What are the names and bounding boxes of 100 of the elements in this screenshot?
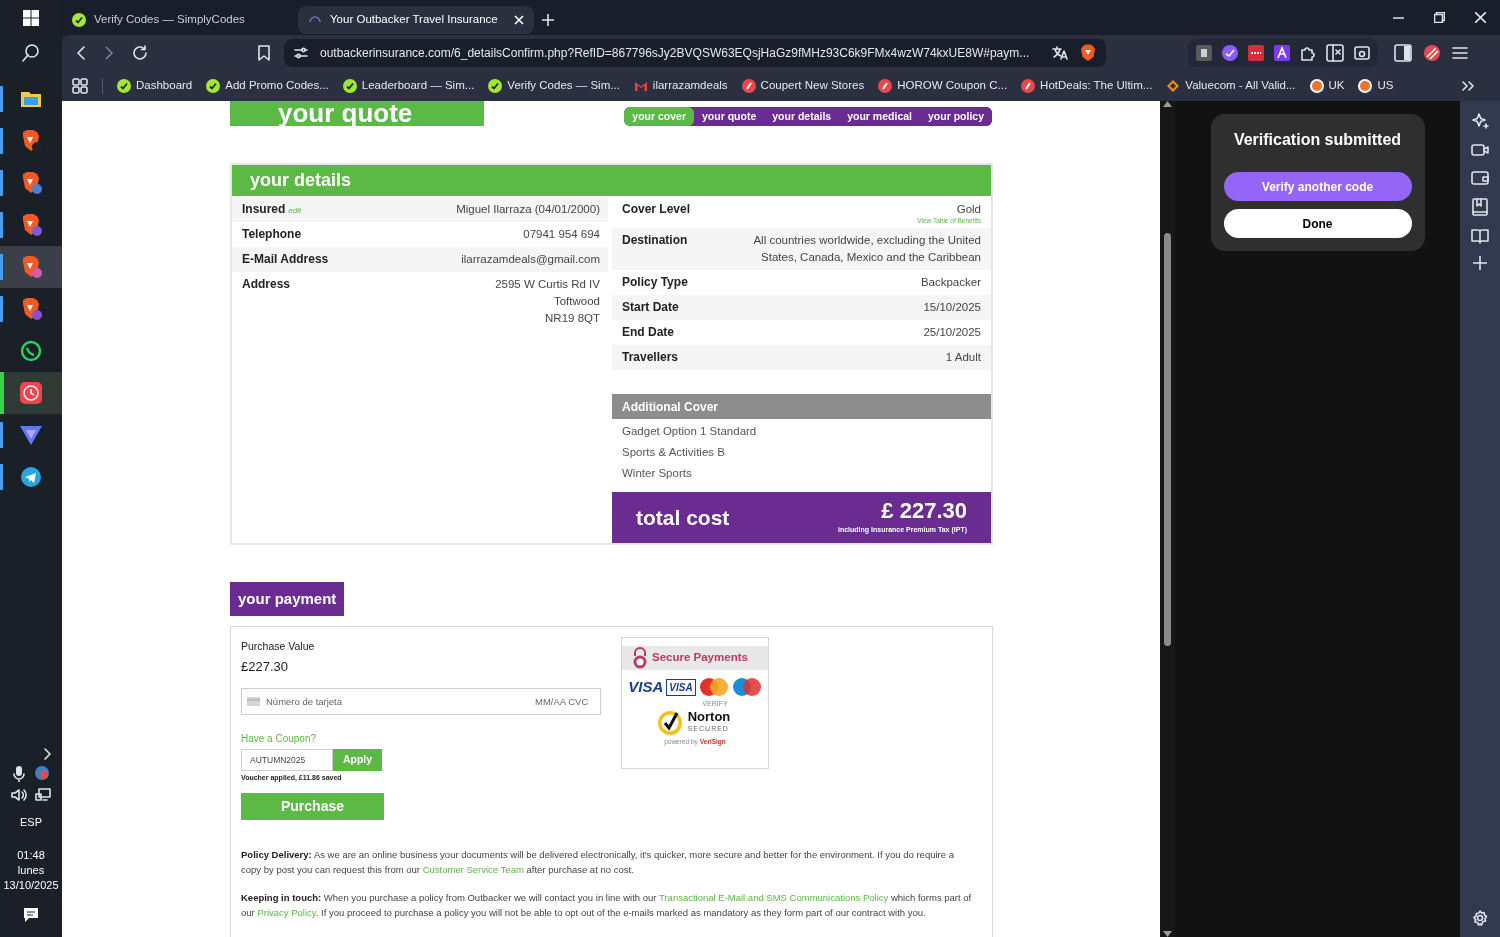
bookmark[interactable]: US	[1358, 76, 1394, 95]
verify-another-button[interactable]: Verify another code	[1223, 172, 1412, 201]
clock-date[interactable]: 13/10/2025	[3, 878, 59, 893]
bookmark[interactable]: Verify Codes — Sim...	[488, 76, 620, 95]
check-badge-icon	[206, 78, 221, 93]
expiry-cvc-input[interactable]: MM/AA CVC	[535, 694, 595, 709]
wallet-icon[interactable]	[1471, 170, 1489, 186]
puzzle-icon[interactable]	[1300, 44, 1316, 61]
microphone-icon[interactable]	[13, 765, 25, 782]
field-label: End Date	[622, 324, 674, 341]
new-tab-icon[interactable]	[542, 13, 554, 26]
policy-paragraph: Keeping in touch: When you purchase a policy from Outbacker we will contact you in line with our Transactional E-Mail and SMS Communications Policy which forms part of our Privacy Policy. If you proceed to purchase a policy you will not be able to opt out of the e-mails marked as mandatory as they form part of our contract with you.	[241, 890, 973, 920]
extension-icon[interactable]	[1222, 44, 1238, 61]
field-label: Insured	[242, 201, 286, 218]
reload-icon[interactable]	[132, 44, 148, 61]
video-call-icon[interactable]	[1471, 142, 1489, 158]
network-monitor-icon[interactable]	[35, 787, 51, 802]
cover-item: Winter Sports	[621, 466, 693, 481]
field-label: Travellers	[622, 349, 679, 366]
field-label: Cover Level	[622, 201, 691, 218]
cover-item: Sports & Activities B	[621, 445, 726, 460]
settings-icon[interactable]	[1472, 910, 1488, 926]
bookmark[interactable]: Leaderboard — Sim...	[342, 76, 475, 95]
check-badge-icon	[342, 78, 357, 93]
done-button[interactable]: Done	[1223, 209, 1412, 238]
search-icon[interactable]	[21, 42, 41, 63]
card-number-input[interactable]: Número de tarjeta	[266, 694, 529, 709]
card-logo: VISA	[628, 677, 664, 697]
bookmark[interactable]: Coupert New Stores	[741, 76, 865, 95]
field-value: ilarrazamdeals@gmail.com	[461, 252, 600, 267]
cover-item: Gadget Option 1 Standard	[621, 424, 758, 439]
site-icon	[1309, 78, 1324, 93]
bookmark[interactable]: HotDeals: The Ultim...	[1021, 76, 1153, 95]
field-label: Policy Type	[622, 274, 688, 291]
sidebar-toggle-icon[interactable]	[1394, 43, 1412, 62]
field-value: 15/10/2025	[923, 300, 981, 315]
diamond-icon	[1166, 78, 1181, 93]
bookmark[interactable]: UK	[1309, 76, 1345, 95]
translate-icon[interactable]	[1052, 45, 1068, 60]
chevron-right-icon[interactable]	[42, 747, 52, 760]
padlock-icon	[632, 647, 648, 669]
triangle-app-icon[interactable]	[19, 424, 43, 446]
forward-icon[interactable]	[104, 45, 114, 60]
more-bookmarks-icon[interactable]	[1462, 80, 1474, 91]
extension-icon[interactable]	[1274, 44, 1290, 61]
close-icon[interactable]	[1475, 12, 1486, 23]
browser-tab[interactable]: Verify Codes — SimplyCodes	[62, 5, 298, 34]
bookmark[interactable]: Add Promo Codes...	[206, 76, 329, 95]
notification-icon[interactable]	[23, 907, 39, 923]
card-details-field[interactable]: Número de tarjeta MM/AA CVC	[241, 688, 601, 716]
tray-app-icon[interactable]	[35, 765, 49, 780]
field-value: Gold	[956, 202, 981, 217]
bookmark[interactable]: Valuecom - All Valid...	[1166, 76, 1296, 95]
section-header: Additional Cover	[612, 394, 991, 419]
browser-tab[interactable]: Your Outbacker Travel Insurance	[298, 5, 534, 34]
language-indicator[interactable]: ESP	[20, 813, 42, 830]
site-settings-icon[interactable]	[294, 46, 308, 59]
check-badge-icon	[72, 12, 86, 27]
scrollbar-thumb[interactable]	[1164, 232, 1171, 646]
popup-title: Verification submitted	[1233, 130, 1402, 150]
clock-weekday[interactable]: lunes	[17, 863, 45, 878]
field-label: Destination	[622, 232, 688, 249]
split-view-icon[interactable]	[1326, 43, 1344, 62]
speaker-icon[interactable]	[11, 787, 27, 802]
field-value: All countries worldwide, excluding the United States, Canada, Mexico and the Caribbean	[752, 233, 981, 265]
field-value: 07941 954 694	[523, 227, 600, 242]
bookmark-icon[interactable]	[258, 44, 270, 61]
menu-icon[interactable]	[1452, 45, 1468, 60]
bookmarks-icon[interactable]	[1472, 198, 1488, 216]
maestro-logo-icon	[731, 678, 762, 697]
striped-circle-icon[interactable]	[1424, 44, 1440, 61]
section-header: your details	[232, 165, 991, 196]
windows-start-icon[interactable]	[23, 9, 39, 26]
clock-app-icon[interactable]	[19, 381, 43, 405]
paper-plane-icon[interactable]	[20, 466, 42, 488]
field-label: Telephone	[242, 226, 302, 243]
site-icon	[1358, 78, 1373, 93]
coupon-field[interactable]: AUTUMN2025	[241, 749, 333, 772]
scroll-down-icon[interactable]	[1163, 931, 1172, 937]
phone-bubble-icon[interactable]	[20, 340, 42, 362]
sparkle-icon[interactable]	[1471, 112, 1489, 130]
field-value: 2595 W Curtis Rd IV	[495, 277, 600, 292]
site-icon	[741, 78, 756, 93]
extension-icon[interactable]	[1196, 44, 1212, 61]
clock-time[interactable]: 01:48	[17, 848, 45, 863]
extension-icon[interactable]	[1248, 44, 1264, 61]
add-icon[interactable]	[1473, 256, 1487, 270]
reading-list-icon[interactable]	[1471, 228, 1489, 244]
tab-title: Verify Codes — SimplyCodes	[94, 11, 246, 27]
restore-icon[interactable]	[1434, 12, 1445, 23]
apps-grid-icon[interactable]	[72, 77, 88, 94]
check-badge-icon	[117, 78, 131, 93]
back-icon[interactable]	[76, 45, 86, 60]
purchase-value: £227.30	[241, 657, 289, 676]
folder-icon[interactable]	[20, 89, 42, 109]
bookmark[interactable]: Dashboard	[117, 76, 193, 95]
bookmark[interactable]: HOROW Coupon C...	[878, 76, 1008, 95]
bookmark[interactable]: ilarrazamdeals	[633, 76, 728, 95]
field-value: Backpacker	[920, 275, 981, 290]
norton-name: Norton	[687, 710, 731, 724]
